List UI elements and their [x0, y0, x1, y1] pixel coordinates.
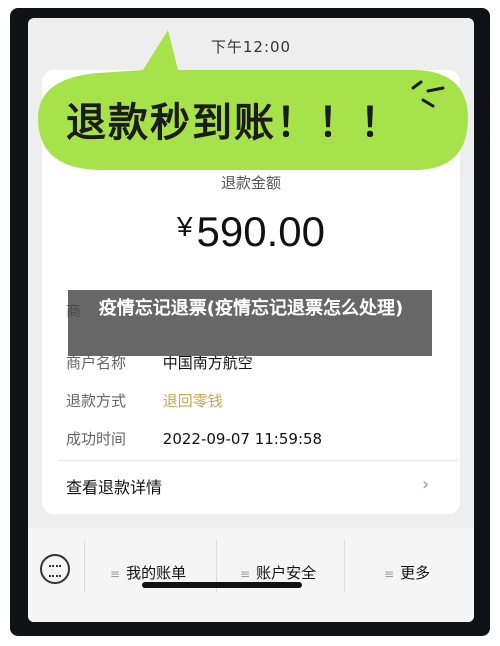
- detail-divider: [58, 460, 458, 461]
- success-time-value: 2022-09-07 11:59:58: [162, 430, 323, 448]
- menu-lines-icon: ≡: [110, 567, 121, 581]
- promo-text: 退款秒到账！！！: [66, 100, 402, 146]
- refund-method-value: 退回零钱: [162, 392, 223, 410]
- refund-method-row: 退款方式 退回零钱: [66, 390, 223, 411]
- amount-label: 退款金额: [220, 174, 281, 192]
- menu-lines-icon: ≡: [384, 567, 395, 581]
- merchant-value: 中国南方航空: [162, 354, 253, 372]
- tab-my-bills[interactable]: ≡ 我的账单: [110, 562, 186, 583]
- tab-label: 账户安全: [256, 564, 317, 582]
- caption-overlay: 疫情忘记退票(疫情忘记退票怎么处理): [68, 290, 432, 356]
- refund-amount: ¥590.00: [28, 208, 474, 256]
- refund-method-key: 退款方式: [66, 392, 127, 410]
- home-indicator: [142, 582, 302, 588]
- keyboard-icon[interactable]: [40, 554, 70, 584]
- tab-label: 我的账单: [126, 564, 187, 582]
- separator: [84, 540, 85, 592]
- amount-value: 590.00: [196, 208, 326, 255]
- success-time-row: 成功时间 2022-09-07 11:59:58: [66, 428, 322, 449]
- tab-more[interactable]: ≡ 更多: [384, 562, 430, 583]
- success-time-key: 成功时间: [66, 430, 127, 448]
- currency-symbol: ¥: [176, 211, 193, 242]
- separator: [344, 540, 345, 592]
- tab-label: 更多: [400, 564, 431, 582]
- tab-account-security[interactable]: ≡ 账户安全: [240, 562, 316, 583]
- refund-detail-link[interactable]: 查看退款详情: [66, 474, 162, 498]
- bottom-bar: ≡ 我的账单 ≡ 账户安全 ≡ 更多: [28, 528, 474, 622]
- chevron-right-icon[interactable]: ›: [422, 474, 429, 495]
- caption-title: 疫情忘记退票(疫情忘记退票怎么处理): [98, 298, 404, 319]
- menu-lines-icon: ≡: [240, 567, 251, 581]
